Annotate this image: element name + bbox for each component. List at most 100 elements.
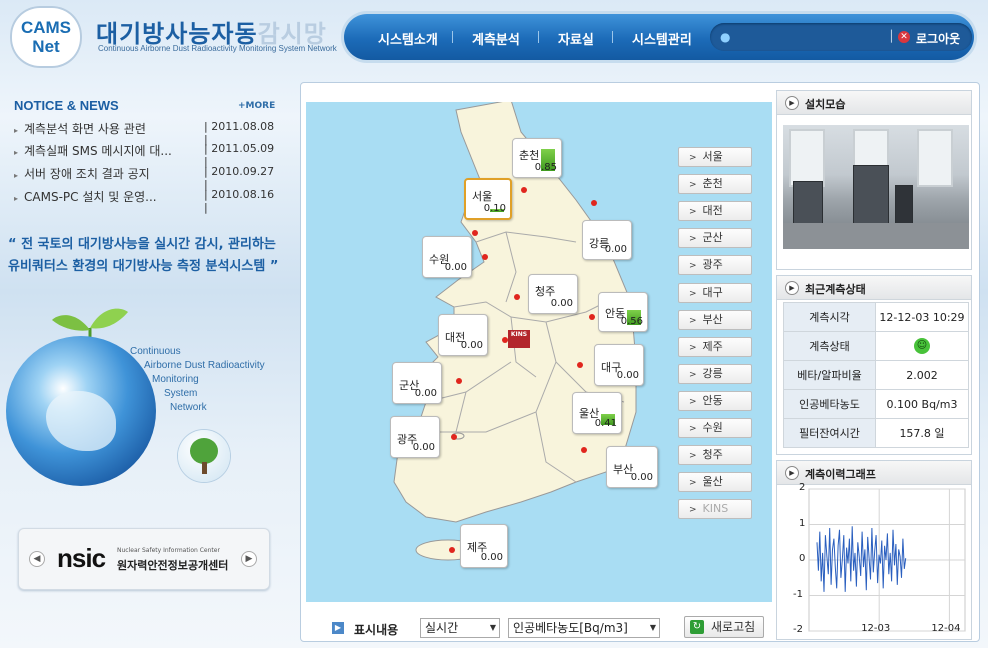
news-item[interactable]: ▸ 계측분석 화면 사용 관련 | 2011.08.08 | bbox=[14, 120, 276, 146]
city-button-daejeon[interactable]: > 대전 bbox=[678, 201, 752, 221]
station-callout-ulsan[interactable]: 울산 0.41 bbox=[572, 392, 622, 434]
station-callout-daejeon[interactable]: 대전 0.00 bbox=[438, 314, 488, 356]
station-callout-daegu[interactable]: 대구 0.00 bbox=[594, 344, 644, 386]
station-callout-gwangju[interactable]: 광주 0.00 bbox=[390, 416, 440, 458]
station-dot[interactable] bbox=[581, 447, 587, 453]
city-button-busan[interactable]: > 부산 bbox=[678, 310, 752, 330]
city-button-daegu[interactable]: > 대구 bbox=[678, 283, 752, 303]
city-button-gunsan[interactable]: > 군산 bbox=[678, 228, 752, 248]
station-dot[interactable] bbox=[577, 362, 583, 368]
mode-select[interactable]: 실시간 ▼ bbox=[420, 618, 500, 638]
status-header: ▶ 최근계측상태 bbox=[777, 276, 971, 300]
station-callout-cheongju[interactable]: 청주 0.00 bbox=[528, 274, 578, 314]
photo-floor bbox=[783, 223, 969, 249]
station-dot[interactable] bbox=[591, 200, 597, 206]
user-bar: ● │ ✕ 로그아웃 bbox=[710, 23, 972, 51]
display-controls: ▶ 표시내용 실시간 ▼ 인공베타농도[Bq/m3] ▼ ↻ 새로고침 bbox=[300, 610, 776, 642]
station-name: 서울 bbox=[472, 190, 493, 203]
city-button-seoul[interactable]: > 서울 bbox=[678, 147, 752, 167]
station-dot[interactable] bbox=[456, 378, 462, 384]
bullet-icon: ▸ bbox=[14, 148, 19, 157]
station-callout-suwon[interactable]: 수원 0.00 bbox=[422, 236, 472, 278]
logout-button[interactable]: 로그아웃 bbox=[916, 30, 960, 47]
chevron-right-icon: > bbox=[689, 424, 697, 434]
status-value: 12-12-03 10:29 bbox=[875, 302, 969, 332]
refresh-button[interactable]: ↻ 새로고침 bbox=[684, 616, 764, 638]
photo-window bbox=[789, 129, 825, 187]
city-button-jeju[interactable]: > 제주 bbox=[678, 337, 752, 357]
station-dot[interactable] bbox=[449, 547, 455, 553]
news-item[interactable]: ▸ 서버 장애 조치 결과 공지 | 2010.09.27 | bbox=[14, 165, 276, 191]
refresh-icon: ↻ bbox=[690, 620, 704, 634]
station-dot[interactable] bbox=[589, 314, 595, 320]
nsic-korean-name: 원자력안전정보공개센터 bbox=[117, 559, 229, 572]
station-dot[interactable] bbox=[472, 230, 478, 236]
station-name: 춘천 bbox=[519, 149, 540, 162]
status-title: 최근계측상태 bbox=[805, 283, 866, 296]
station-dot[interactable] bbox=[451, 434, 457, 440]
dropdown-arrow-icon: ▼ bbox=[489, 623, 496, 632]
status-key: 계측상태 bbox=[783, 331, 876, 361]
nsic-banner[interactable]: ◀ nsic Nuclear Safety Information Center… bbox=[18, 528, 270, 590]
chevron-right-icon: > bbox=[689, 343, 697, 353]
station-dot[interactable] bbox=[521, 187, 527, 193]
chevron-right-icon: > bbox=[689, 180, 697, 190]
station-value: 0.00 bbox=[550, 298, 573, 309]
city-button-andong[interactable]: > 안동 bbox=[678, 391, 752, 411]
city-button-label: 대구 bbox=[702, 286, 723, 299]
status-table: 계측시각 12-12-03 10:29 계측상태 ☺ 베타/알파비율 2.002 인공… bbox=[783, 302, 969, 448]
site-subtitle: Continuous Airborne Dust Radioactivity M… bbox=[98, 44, 337, 53]
table-row: 베타/알파비율 2.002 bbox=[783, 360, 969, 390]
station-callout-andong[interactable]: 안동 0.56 bbox=[598, 292, 648, 332]
station-dot[interactable] bbox=[514, 294, 520, 300]
city-button-gangneung[interactable]: > 강릉 bbox=[678, 364, 752, 384]
cams-text-line: System bbox=[164, 388, 198, 399]
nav-item-system-intro[interactable]: 시스템소개 bbox=[378, 29, 438, 48]
station-value: 0.00 bbox=[414, 388, 437, 399]
tree-icon bbox=[178, 430, 230, 482]
chevron-right-icon: > bbox=[689, 316, 697, 326]
station-callout-gunsan[interactable]: 군산 0.00 bbox=[392, 362, 442, 404]
banner-next-button[interactable]: ▶ bbox=[241, 551, 257, 567]
status-value: 2.002 bbox=[875, 360, 969, 390]
station-value: 0.00 bbox=[630, 472, 653, 483]
city-button-suwon[interactable]: > 수원 bbox=[678, 418, 752, 438]
station-value: 0.85 bbox=[534, 162, 557, 173]
city-button-label: 부산 bbox=[702, 313, 723, 326]
table-row: 인공베타농도 0.100 Bq/m3 bbox=[783, 389, 969, 419]
station-callout-gangneung[interactable]: 강릉 0.00 bbox=[582, 220, 632, 260]
banner-prev-button[interactable]: ◀ bbox=[29, 551, 45, 567]
station-value: 0.00 bbox=[616, 370, 639, 381]
station-callout-seoul[interactable]: 서울 0.10 bbox=[464, 178, 512, 220]
nav-separator bbox=[612, 31, 613, 43]
station-callout-chuncheon[interactable]: 춘천 0.85 bbox=[512, 138, 562, 178]
nav-item-system-admin[interactable]: 시스템관리 bbox=[632, 29, 692, 48]
bullet-icon: ▸ bbox=[14, 126, 19, 135]
chevron-right-icon: > bbox=[689, 370, 697, 380]
station-callout-busan[interactable]: 부산 0.00 bbox=[606, 446, 658, 488]
cams-net-logo[interactable]: CAMS Net bbox=[10, 6, 84, 68]
chevron-right-icon: > bbox=[689, 505, 697, 515]
notice-title: NOTICE & NEWS bbox=[14, 98, 119, 113]
city-button-cheongju[interactable]: > 청주 bbox=[678, 445, 752, 465]
news-item[interactable]: ▸ 계측실패 SMS 메시지에 대... | 2011.05.09 | bbox=[14, 142, 276, 168]
station-callout-jeju[interactable]: 제주 0.00 bbox=[460, 524, 508, 568]
play-circle-icon: ▶ bbox=[785, 281, 799, 295]
cams-description: Continuous Airborne Dust Radioactivity M… bbox=[130, 345, 270, 415]
city-button-ulsan[interactable]: > 울산 bbox=[678, 472, 752, 492]
news-title: 계측실패 SMS 메시지에 대... bbox=[24, 144, 172, 158]
metric-select[interactable]: 인공베타농도[Bq/m3] ▼ bbox=[508, 618, 660, 638]
more-link[interactable]: +MORE bbox=[238, 101, 275, 111]
tree-crown bbox=[190, 438, 218, 464]
city-button-kins[interactable]: > KINS bbox=[678, 499, 752, 519]
station-dot[interactable] bbox=[482, 254, 488, 260]
logout-icon[interactable]: ✕ bbox=[898, 31, 910, 43]
news-item[interactable]: ▸ CAMS-PC 설치 및 운영... | 2010.08.16 | bbox=[14, 188, 276, 214]
nav-item-measurement-analysis[interactable]: 계측분석 bbox=[472, 29, 520, 48]
kins-marker[interactable]: KINS bbox=[508, 330, 530, 348]
chart-ytick-label: -2 bbox=[793, 624, 803, 635]
nav-item-archive[interactable]: 자료실 bbox=[558, 29, 594, 48]
city-button-gwangju[interactable]: > 광주 bbox=[678, 255, 752, 275]
station-value: 0.00 bbox=[480, 552, 503, 563]
city-button-chuncheon[interactable]: > 춘천 bbox=[678, 174, 752, 194]
